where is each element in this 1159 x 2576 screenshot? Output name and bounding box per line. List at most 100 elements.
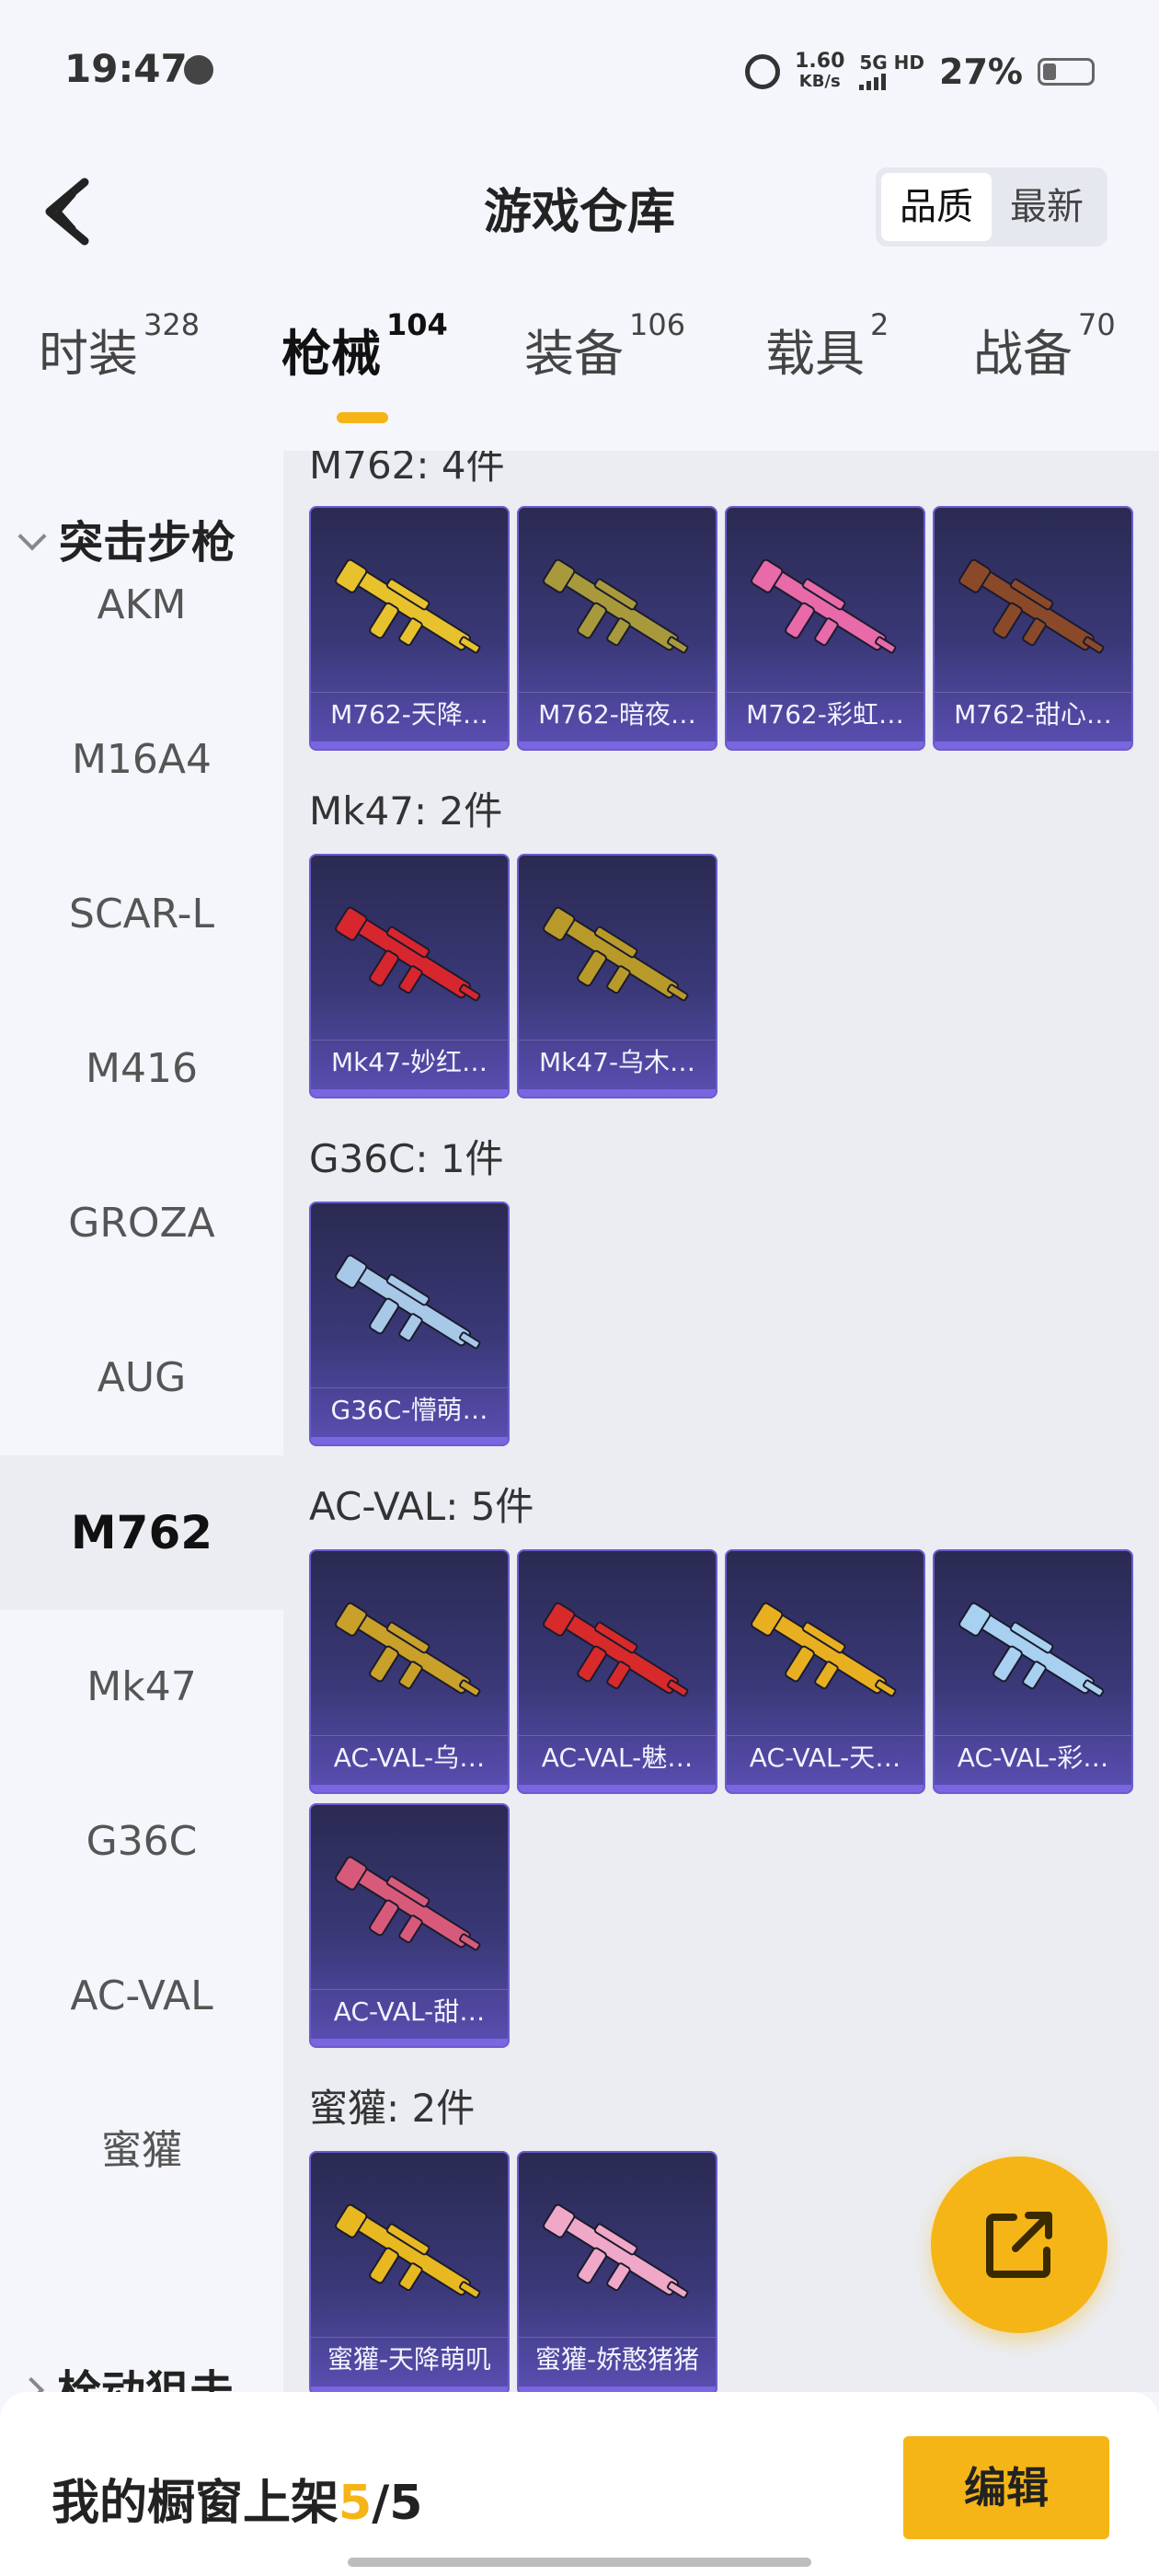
item-card[interactable]: Mk47-乌木…	[517, 854, 717, 1098]
tab-supplies[interactable]: 战备 70	[973, 307, 1116, 385]
section-title-m762: M762: 4件	[309, 451, 505, 488]
item-card[interactable]: M762-暗夜…	[517, 506, 717, 751]
net-speed-value: 1.60	[795, 50, 845, 73]
sidebar-item-groza[interactable]: GROZA	[0, 1146, 283, 1301]
category-tabs: 时装 328 枪械 104 装备 106 载具 2 战备 70	[0, 307, 1159, 451]
share-button[interactable]	[931, 2156, 1107, 2333]
chevron-right-icon	[17, 2376, 45, 2392]
weapon-skin-image	[335, 906, 481, 1002]
item-name: AC-VAL-甜…	[311, 1989, 508, 2033]
weapon-skin-image	[958, 558, 1105, 654]
tab-label: 枪械	[281, 325, 381, 383]
item-name: Mk47-妙红…	[311, 1040, 508, 1084]
net-speed-unit: KB/s	[798, 72, 841, 91]
sidebar-item-ac-val[interactable]: AC-VAL	[0, 1919, 283, 2074]
item-card[interactable]: M762-天降…	[309, 506, 510, 751]
section-title-g36c: G36C: 1件	[309, 1136, 504, 1181]
showcase-status: 我的橱窗上架5/5	[52, 2464, 422, 2533]
item-card[interactable]: G36C-懵萌…	[309, 1202, 510, 1446]
item-card[interactable]: Mk47-妙红…	[309, 854, 510, 1098]
item-name: AC-VAL-魅…	[519, 1735, 716, 1779]
edit-button[interactable]: 编辑	[903, 2436, 1109, 2539]
sort-option-latest[interactable]: 最新	[992, 173, 1102, 241]
sidebar-group-bolt-action[interactable]: 栓动狙击	[17, 2355, 235, 2392]
weapon-skin-image	[335, 558, 481, 654]
tab-count: 70	[1078, 307, 1116, 342]
item-name: G36C-懵萌…	[311, 1387, 508, 1432]
alarm-icon	[745, 54, 781, 89]
weapon-skin-image	[751, 1602, 897, 1697]
sort-toggle: 品质 最新	[876, 167, 1107, 247]
sidebar-item-scar-l[interactable]: SCAR-L	[0, 837, 283, 992]
tab-label: 载具	[765, 325, 865, 383]
weapon-skin-image	[958, 1602, 1105, 1697]
tab-fashion[interactable]: 时装 328	[39, 307, 200, 385]
sidebar-group-label: 栓动狙击	[57, 2366, 235, 2392]
item-name: Mk47-乌木…	[519, 1040, 716, 1084]
item-name: M762-甜心…	[935, 692, 1131, 736]
item-name: AC-VAL-天…	[727, 1735, 924, 1779]
weapon-type-sidebar: 突击步枪 AKM M16A4 SCAR-L M416 GROZA AUG M76…	[0, 451, 283, 2392]
item-card[interactable]: M762-甜心…	[933, 506, 1133, 751]
signal-indicator: 5G HD	[859, 53, 924, 90]
status-time: 19:47	[64, 46, 188, 91]
tab-equipment[interactable]: 装备 106	[524, 307, 685, 385]
sidebar-item-m762[interactable]: M762	[0, 1455, 283, 1610]
item-name: M762-彩虹…	[727, 692, 924, 736]
weapon-skin-image	[543, 2203, 689, 2299]
item-card[interactable]: AC-VAL-天…	[725, 1549, 925, 1794]
weapon-skin-image	[335, 1254, 481, 1350]
signal-label: 5G HD	[859, 52, 925, 74]
item-card[interactable]: AC-VAL-甜…	[309, 1803, 510, 2048]
tab-label: 战备	[973, 325, 1073, 383]
weapon-skin-image	[335, 2203, 481, 2299]
battery-percent: 27%	[939, 52, 1023, 92]
weapon-grid: M762: 4件 M762-天降… M762-暗夜… M762-彩虹… M762…	[283, 451, 1159, 2392]
tab-vehicles[interactable]: 载具 2	[765, 307, 889, 385]
section-title-honey-badger: 蜜獾: 2件	[309, 2086, 476, 2131]
item-card[interactable]: AC-VAL-乌…	[309, 1549, 510, 1794]
weapon-skin-image	[335, 1856, 481, 1951]
tab-count: 106	[629, 307, 686, 342]
showcase-label: 我的橱窗上架	[52, 2476, 339, 2531]
item-card[interactable]: AC-VAL-魅…	[517, 1549, 717, 1794]
item-card[interactable]: AC-VAL-彩…	[933, 1549, 1133, 1794]
item-name: 蜜獾-天降萌叽	[311, 2337, 508, 2381]
weapon-skin-image	[543, 1602, 689, 1697]
sidebar-item-m16a4[interactable]: M16A4	[0, 683, 283, 837]
item-name: 蜜獾-娇憨猪猪	[519, 2337, 716, 2381]
weapon-skin-image	[543, 906, 689, 1002]
item-name: M762-天降…	[311, 692, 508, 736]
tab-guns[interactable]: 枪械 104	[281, 307, 448, 385]
item-card[interactable]: 蜜獾-天降萌叽	[309, 2151, 510, 2392]
showcase-count-total: /5	[372, 2476, 423, 2531]
active-tab-indicator	[337, 412, 388, 423]
tab-count: 104	[386, 307, 448, 342]
sidebar-item-honey-badger[interactable]: 蜜獾	[0, 2074, 283, 2228]
sidebar-item-m416[interactable]: M416	[0, 992, 283, 1146]
item-name: M762-暗夜…	[519, 692, 716, 736]
battery-fill	[1043, 63, 1056, 80]
weapon-skin-image	[335, 1602, 481, 1697]
item-card[interactable]: M762-彩虹…	[725, 506, 925, 751]
weapon-skin-image	[543, 558, 689, 654]
sidebar-item-akm[interactable]: AKM	[0, 528, 283, 683]
item-card[interactable]: 蜜獾-娇憨猪猪	[517, 2151, 717, 2392]
status-bar: 19:47 1.60 KB/s 5G HD 27%	[0, 0, 1159, 138]
sort-option-quality[interactable]: 品质	[881, 173, 992, 241]
home-indicator	[348, 2558, 811, 2567]
item-name: AC-VAL-乌…	[311, 1735, 508, 1779]
tab-label: 时装	[39, 325, 138, 383]
weapon-skin-image	[751, 558, 897, 654]
signal-bars-icon	[859, 72, 924, 90]
share-icon	[986, 2212, 1052, 2278]
status-icons: 1.60 KB/s 5G HD 27%	[745, 46, 1095, 98]
sidebar-item-mk47[interactable]: Mk47	[0, 1610, 283, 1765]
tab-label: 装备	[524, 325, 624, 383]
sidebar-item-aug[interactable]: AUG	[0, 1301, 283, 1455]
showcase-count-current: 5	[339, 2476, 373, 2531]
net-speed: 1.60 KB/s	[795, 52, 844, 92]
sidebar-item-g36c[interactable]: G36C	[0, 1765, 283, 1919]
bottom-bar: 我的橱窗上架5/5 编辑	[0, 2392, 1159, 2576]
item-name: AC-VAL-彩…	[935, 1735, 1131, 1779]
